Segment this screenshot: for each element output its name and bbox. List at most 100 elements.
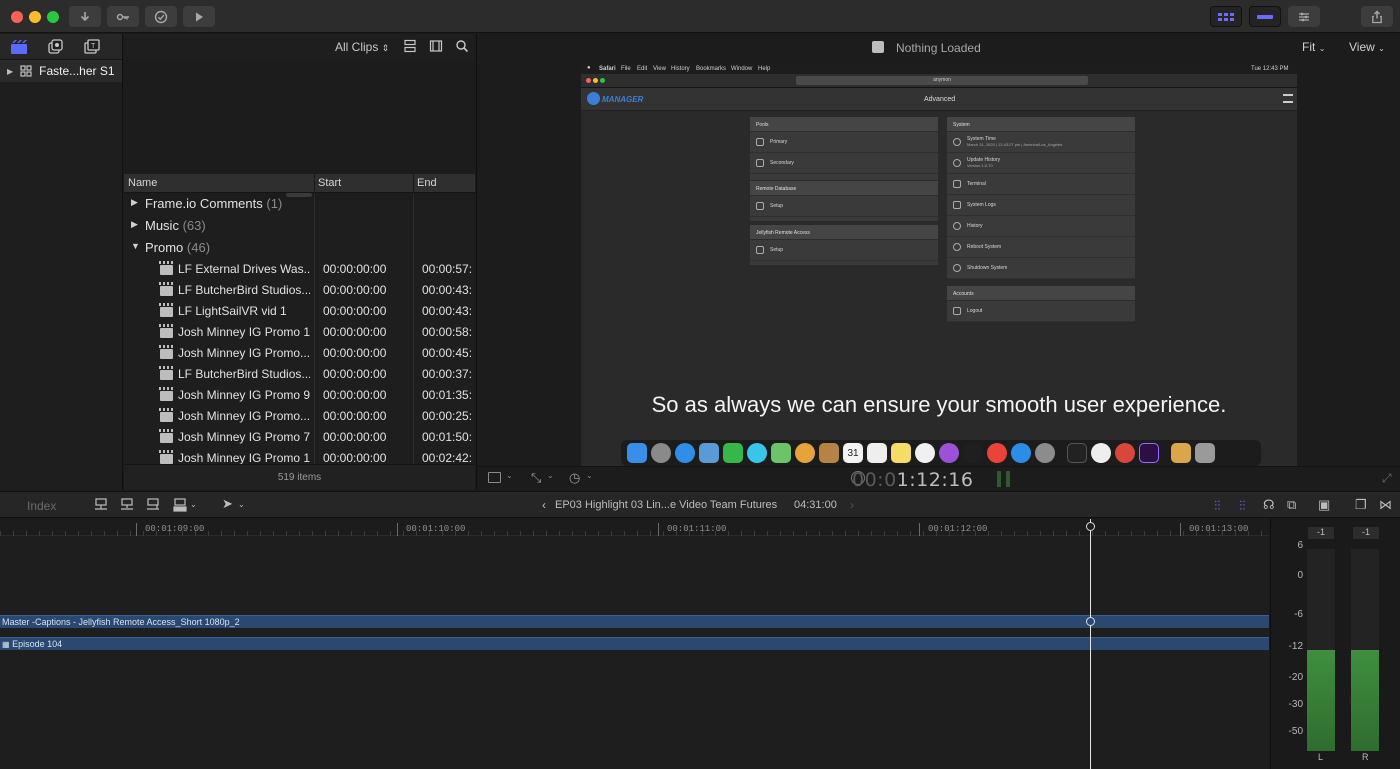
append-clip-icon[interactable]	[145, 497, 161, 516]
timecode-display[interactable]: 00:01:12:16	[852, 469, 973, 491]
list-item[interactable]: Josh Minney IG Promo 9 00:00:00:00 00:01:3…	[124, 385, 475, 406]
music-icon	[915, 443, 935, 463]
clip-name: Josh Minney IG Promo 1	[178, 451, 310, 464]
frame-clock: Tue 12:43 PM	[1251, 66, 1289, 72]
close-window-button[interactable]	[11, 11, 23, 23]
safari-icon	[675, 443, 695, 463]
timeline-clip[interactable]: Master -Captions - Jellyfish Remote Acce…	[0, 615, 1269, 628]
db-scale-label: -50	[1288, 726, 1303, 737]
column-header-start[interactable]: Start	[318, 177, 341, 189]
playhead[interactable]	[1090, 519, 1091, 769]
inspector-toggle-button[interactable]	[1288, 6, 1320, 27]
zoom-window-button[interactable]	[47, 11, 59, 23]
clip-browser: All Clips ⇕ Name Start End ▶ Frame.io Co…	[124, 34, 475, 490]
disclosure-triangle-open-icon[interactable]: ▼	[131, 241, 140, 251]
ruler-label: 00:01:10:00	[406, 524, 466, 534]
import-button[interactable]	[69, 6, 101, 27]
timecode-value: 1:12:16	[896, 469, 974, 491]
manager-logo-icon	[587, 92, 600, 105]
browser-toggle-button[interactable]	[1210, 6, 1242, 27]
list-item[interactable]: Josh Minney IG Promo... 00:00:00:00 00:00:…	[124, 406, 475, 427]
list-item[interactable]: LF ButcherBird Studios... 00:00:00:00 00:0…	[124, 280, 475, 301]
disclosure-triangle-icon[interactable]: ▶	[131, 219, 138, 230]
minimize-window-button[interactable]	[29, 11, 41, 23]
viewer-display-options-icon[interactable]	[488, 472, 501, 483]
view-dropdown[interactable]: View ⌄	[1349, 40, 1385, 54]
hamburger-menu-icon	[1283, 94, 1293, 103]
snapping-icon[interactable]: ⧉	[1287, 497, 1296, 513]
column-header-end[interactable]: End	[417, 177, 437, 189]
clip-icon	[159, 282, 173, 296]
timeline-forward-chevron-icon[interactable]: ›	[850, 498, 854, 512]
channel-label-right: R	[1362, 752, 1369, 762]
list-item[interactable]: Josh Minney IG Promo... 00:00:00:00 00:00:…	[124, 343, 475, 364]
headphones-icon[interactable]: ☊	[1263, 497, 1275, 513]
index-button[interactable]: Index	[27, 499, 56, 513]
all-clips-filter[interactable]: All Clips ⇕	[335, 40, 389, 54]
chevron-down-icon[interactable]: ⌄	[547, 471, 554, 480]
timeline[interactable]: 00:01:09:00 00:01:10:00 00:01:11:00 00:0…	[0, 519, 1269, 769]
trash-icon	[1195, 443, 1215, 463]
share-play-button[interactable]	[183, 6, 215, 27]
overwrite-clip-icon[interactable]	[172, 497, 188, 516]
playhead-handle[interactable]	[1086, 522, 1095, 531]
timeline-clip[interactable]: ▦ Episode 104	[0, 637, 1269, 650]
clip-start: 00:00:00:00	[323, 367, 387, 381]
frame-app-name: MANAGER	[602, 95, 644, 104]
background-tasks-button[interactable]	[145, 6, 177, 27]
clip-appearance-icon[interactable]	[403, 39, 417, 56]
clip-icon	[159, 261, 173, 275]
calendar-icon: 31	[843, 443, 863, 463]
timeline-back-chevron-icon[interactable]: ‹	[542, 498, 546, 512]
timeline-ruler[interactable]: 00:01:09:00 00:01:10:00 00:01:11:00 00:0…	[0, 519, 1269, 536]
filmstrip-view-icon[interactable]	[429, 39, 443, 56]
keyword-button[interactable]	[107, 6, 139, 27]
audio-skimming-icon[interactable]: ⫶⫶	[1239, 498, 1246, 514]
group-count: (1)	[266, 196, 283, 211]
list-item[interactable]: Josh Minney IG Promo 11 00:00:00:00 00:00:…	[124, 322, 475, 343]
list-group-row[interactable]: ▼ Promo (46)	[124, 238, 475, 259]
terminal-icon	[1067, 443, 1087, 463]
chevron-down-icon[interactable]: ⌄	[506, 471, 513, 480]
chevron-down-icon[interactable]: ⌄	[190, 500, 197, 509]
effects-browser-icon[interactable]: ❐	[1355, 497, 1367, 513]
disclosure-triangle-icon[interactable]: ▶	[7, 67, 13, 76]
library-item[interactable]: ▶ Faste...her S1	[0, 60, 122, 82]
connect-clip-icon[interactable]	[93, 497, 109, 516]
share-button[interactable]	[1361, 6, 1393, 27]
video-frame[interactable]: ● Safari File Edit View History Bookmark…	[581, 64, 1297, 466]
retime-speed-icon[interactable]: ◷	[569, 470, 580, 486]
clip-start: 00:00:00:00	[323, 430, 387, 444]
transitions-browser-icon[interactable]: ⋈	[1379, 497, 1392, 513]
disclosure-triangle-icon[interactable]: ▶	[131, 197, 138, 208]
video-audio-skimming-icon[interactable]: ⫶⫶	[1214, 498, 1221, 514]
list-item[interactable]: LF LightSailVR vid 1 00:00:00:00 00:00:43:	[124, 301, 475, 322]
fit-dropdown[interactable]: Fit ⌄	[1302, 40, 1325, 54]
remote-database-card: Remote Database Setup	[749, 180, 939, 222]
chevron-down-icon[interactable]: ⌄	[586, 471, 593, 480]
clip-appearance-icon[interactable]: ▣	[1318, 497, 1330, 513]
list-group-row[interactable]: ▶ Music (63)	[124, 216, 475, 237]
search-icon[interactable]	[455, 39, 469, 56]
mini-audio-meter	[997, 471, 1001, 487]
list-group-row[interactable]: ▶ Frame.io Comments (1)	[124, 194, 475, 215]
clip-end: 00:00:45:	[422, 346, 473, 360]
timeline-toggle-button[interactable]	[1249, 6, 1281, 27]
pools-title: Pools	[750, 117, 938, 132]
select-tool-icon[interactable]: ➤	[222, 496, 233, 512]
library-name: Faste...her S1	[39, 64, 115, 78]
insert-clip-icon[interactable]	[119, 497, 135, 516]
column-header-name[interactable]: Name	[128, 177, 157, 189]
pools-card: Pools Primary Secondary	[749, 116, 939, 184]
list-item[interactable]: LF External Drives Was... 00:00:00:00 00:0…	[124, 259, 475, 280]
facetime-icon	[723, 443, 743, 463]
chevron-down-icon[interactable]: ⌄	[238, 500, 245, 509]
fullscreen-icon[interactable]: ⤢	[1382, 471, 1392, 486]
list-item[interactable]: Josh Minney IG Promo 7 00:00:00:00 00:01:5…	[124, 427, 475, 448]
notes-icon	[819, 443, 839, 463]
premiere-icon	[1139, 443, 1159, 463]
transform-tool-icon[interactable]: ⤡	[531, 470, 541, 486]
ruler-label: 00:01:09:00	[145, 524, 205, 534]
list-item[interactable]: Josh Minney IG Promo 1 00:00:00:00 00:02:4…	[124, 448, 475, 464]
list-item[interactable]: LF ButcherBird Studios... 00:00:00:00 00:0…	[124, 364, 475, 385]
